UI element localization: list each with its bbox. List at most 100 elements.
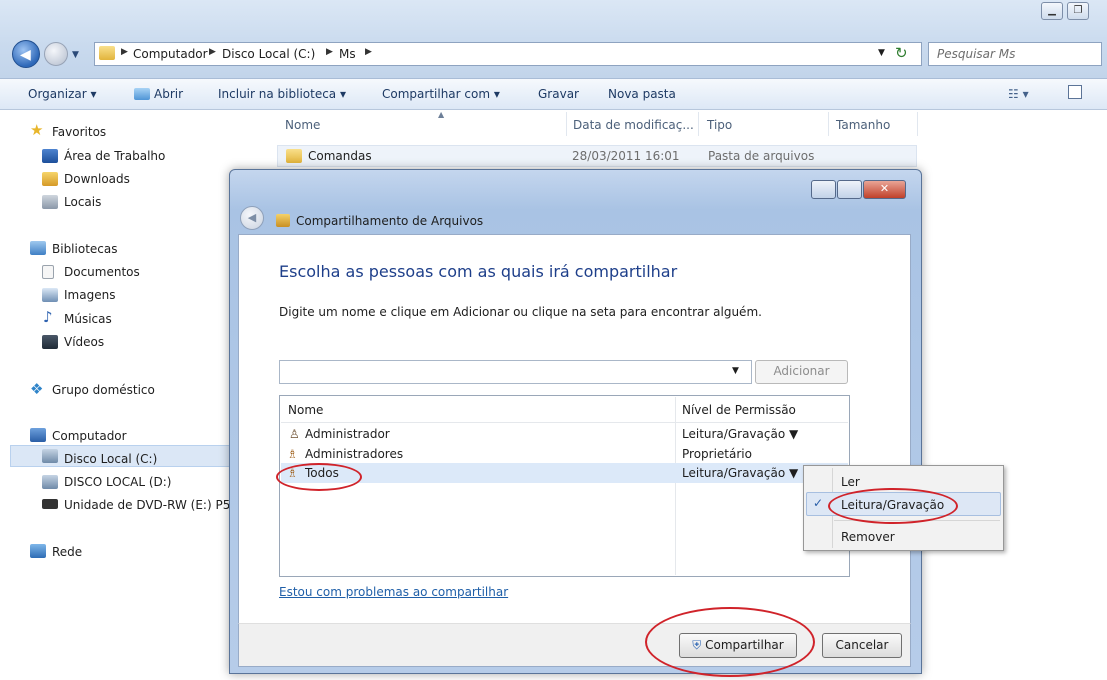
sidebar-item-dvd-drive[interactable]: Unidade de DVD-RW (E:) P5 [64,498,230,512]
share-with-button[interactable]: Compartilhar com ▾ [382,87,500,101]
list-item[interactable]: ♙ Administrador Leitura/Gravação ▼ [281,424,848,444]
table-row[interactable]: Comandas 28/03/2011 16:01 Pasta de arqui… [277,145,917,167]
new-folder-button[interactable]: Nova pasta [608,87,676,101]
menu-item-remove[interactable]: Remover [841,530,895,544]
include-library-button[interactable]: Incluir na biblioteca ▾ [218,87,346,101]
column-header-modified[interactable]: Data de modificaç... [573,118,694,132]
restore-button[interactable]: ❐ [1067,2,1089,20]
list-header-name[interactable]: Nome [288,403,323,417]
address-dropdown-icon[interactable]: ▼ [878,48,885,58]
dialog-maximize-button[interactable] [837,180,862,199]
list-item-selected[interactable]: ♗ Todos Leitura/Gravação ▼ [281,463,848,483]
documents-icon [42,265,54,279]
arrow-left-icon: ◀ [20,47,31,63]
dialog-title: Compartilhamento de Arquivos [296,214,484,228]
music-icon: ♪ [43,308,53,326]
back-button[interactable]: ◀ [12,40,40,68]
menu-item-read[interactable]: Ler [841,475,860,489]
user-icon: ♙ [289,427,300,441]
sharing-icon [276,214,290,227]
sidebar-item-favorites[interactable]: Favoritos [52,125,106,139]
burn-button[interactable]: Gravar [538,87,579,101]
images-icon [42,288,58,302]
column-divider [698,112,699,136]
sort-ascending-icon: ▲ [438,110,445,119]
dialog-minimize-button[interactable] [811,180,836,199]
desktop-icon [42,149,58,163]
sidebar-item-local-disk-d[interactable]: DISCO LOCAL (D:) [64,475,171,489]
file-modified: 28/03/2011 16:01 [572,149,680,163]
column-header-size[interactable]: Tamanho [836,118,890,132]
sidebar-item-videos[interactable]: Vídeos [64,335,104,349]
homegroup-icon: ❖ [30,380,44,398]
group-icon: ♗ [287,447,298,461]
checkmark-icon: ✓ [813,496,824,510]
forward-button[interactable] [44,42,68,66]
header-divider [281,422,848,423]
drive-icon [42,449,58,463]
breadcrumb-separator-icon[interactable]: ▶ [209,47,216,57]
search-input[interactable]: Pesquisar Ms [928,42,1102,66]
permission-level: Proprietário [682,447,752,461]
highlight-circle-share-button [645,607,815,677]
dialog-close-button[interactable]: ✕ [863,180,906,199]
sidebar-item-images[interactable]: Imagens [64,288,115,302]
sidebar-item-music[interactable]: Músicas [64,312,112,326]
recent-pages-dropdown-icon[interactable]: ▼ [72,50,79,60]
star-icon: ★ [30,121,44,139]
videos-icon [42,335,58,349]
sidebar-item-computer[interactable]: Computador [52,429,127,443]
explorer-title-bar: ▁ ❐ ◀ ▼ ▶ Computador ▶ Disco Local (C:) … [0,0,1107,79]
sidebar-item-libraries[interactable]: Bibliotecas [52,242,117,256]
highlight-circle-todos [276,463,362,491]
permission-list: Nome Nível de Permissão ♙ Administrador … [279,395,850,577]
add-button[interactable]: Adicionar [755,360,848,384]
column-header-type[interactable]: Tipo [707,118,732,132]
dialog-back-button[interactable]: ◀ [240,206,264,230]
address-bar[interactable]: ▶ Computador ▶ Disco Local (C:) ▶ Ms ▶ ▼… [94,42,922,66]
places-icon [42,195,58,209]
column-divider [566,112,567,136]
dialog-heading: Escolha as pessoas com as quais irá comp… [279,262,678,281]
view-options-icon[interactable]: ☷ ▾ [1008,87,1029,101]
permission-level[interactable]: Leitura/Gravação ▼ [682,427,798,441]
column-divider [917,112,918,136]
libraries-icon [30,241,46,255]
sidebar-item-local-disk-c[interactable]: Disco Local (C:) [64,452,157,466]
minimize-button[interactable]: ▁ [1041,2,1063,20]
help-link[interactable]: Estou com problemas ao compartilhar [279,585,508,599]
user-name: Administradores [305,447,404,461]
breadcrumb-computer[interactable]: Computador [133,47,208,61]
preview-pane-icon[interactable] [1068,85,1082,99]
column-header-name[interactable]: Nome [285,118,320,132]
cancel-button[interactable]: Cancelar [822,633,902,658]
open-icon [134,88,150,100]
dialog-content: Escolha as pessoas com as quais irá comp… [238,234,911,624]
sidebar-item-desktop[interactable]: Área de Trabalho [64,149,165,163]
chevron-down-icon[interactable]: ▼ [732,366,739,376]
name-input[interactable]: ▼ [279,360,752,384]
organize-button[interactable]: Organizar ▾ [28,87,97,101]
open-button[interactable]: Abrir [154,87,183,101]
dialog-instruction: Digite um nome e clique em Adicionar ou … [279,305,762,319]
folder-icon [99,46,115,60]
refresh-icon[interactable]: ↻ [895,44,908,62]
breadcrumb-separator-icon[interactable]: ▶ [365,47,372,57]
sidebar-item-network[interactable]: Rede [52,545,82,559]
drive-icon [42,475,58,489]
network-icon [30,544,46,558]
breadcrumb-local-disk[interactable]: Disco Local (C:) [222,47,315,61]
file-sharing-dialog: ✕ ◀ Compartilhamento de Arquivos Escolha… [229,169,922,674]
sidebar-item-homegroup[interactable]: Grupo doméstico [52,383,155,397]
breadcrumb-separator-icon[interactable]: ▶ [326,47,333,57]
computer-icon [30,428,46,442]
command-bar: Organizar ▾ Abrir Incluir na biblioteca … [0,79,1107,110]
permission-level[interactable]: Leitura/Gravação ▼ [682,466,798,480]
list-header-permission[interactable]: Nível de Permissão [682,403,796,417]
sidebar-item-downloads[interactable]: Downloads [64,172,130,186]
sidebar-item-documents[interactable]: Documentos [64,265,140,279]
breadcrumb-separator-icon[interactable]: ▶ [121,47,128,57]
breadcrumb-ms[interactable]: Ms [339,47,356,61]
sidebar-item-places[interactable]: Locais [64,195,101,209]
list-item[interactable]: ♗ Administradores Proprietário [281,444,848,464]
